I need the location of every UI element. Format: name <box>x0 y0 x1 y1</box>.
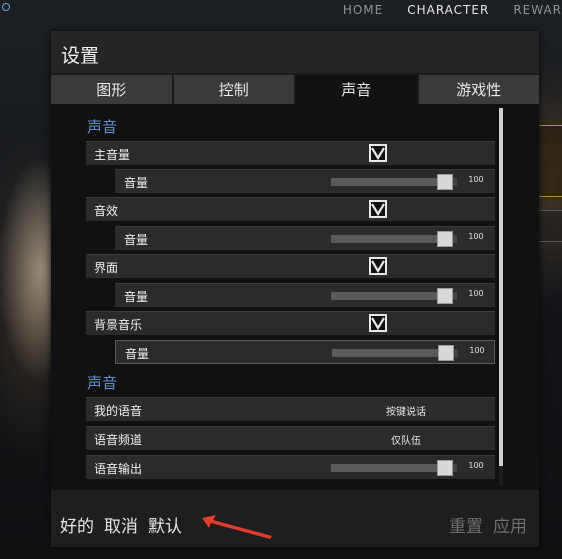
voice-channel-selector[interactable]: 仅队伍 <box>336 432 476 447</box>
background-card-edge <box>537 125 562 197</box>
background-card-edge-2 <box>537 210 562 242</box>
setting-label: 界面 <box>94 261 119 275</box>
tab-controls[interactable]: 控制 <box>173 75 294 104</box>
setting-row-interface: 界面 <box>86 254 495 278</box>
settings-dialog: 设置 图形 控制 声音 游戏性 声音 主音量 音量 100 音效 音量 100 … <box>51 31 539 547</box>
slider-fill <box>331 464 437 472</box>
dialog-title: 设置 <box>61 45 100 67</box>
volume-value: 100 <box>469 346 485 355</box>
apply-button[interactable]: 应用 <box>493 512 527 537</box>
slider-fill <box>331 292 437 300</box>
setting-label: 语音输出 <box>94 462 143 476</box>
volume-label: 音量 <box>124 176 149 190</box>
setting-row-voice-channel: 语音频道 仅队伍 <box>86 426 495 450</box>
reset-button[interactable]: 重置 <box>449 512 483 537</box>
tab-gameplay[interactable]: 游戏性 <box>418 75 539 104</box>
slider-fill <box>331 235 437 243</box>
check-icon <box>371 203 385 216</box>
setting-row-interface-volume: 音量 100 <box>115 283 495 307</box>
setting-row-effects-volume: 音量 100 <box>115 226 495 250</box>
top-navigation: HOME CHARACTER REWAR <box>343 0 562 20</box>
content-scrollbar[interactable] <box>499 108 503 486</box>
dialog-header: 设置 <box>51 31 539 73</box>
volume-label: 音量 <box>125 347 150 361</box>
slider-knob[interactable] <box>437 288 453 304</box>
section-title-sound: 声音 <box>87 118 118 136</box>
volume-label: 音量 <box>124 233 149 247</box>
voice-output-slider[interactable] <box>331 460 457 476</box>
setting-row-voice-output: 语音输出 100 <box>86 455 495 479</box>
section-title-voice: 声音 <box>87 374 118 392</box>
cancel-button[interactable]: 取消 <box>104 512 138 537</box>
setting-row-effects: 音效 <box>86 197 495 221</box>
effects-enable-checkbox[interactable] <box>369 200 387 218</box>
check-icon <box>371 260 385 273</box>
slider-fill <box>332 349 438 357</box>
volume-value: 100 <box>468 232 484 241</box>
slider-knob[interactable] <box>437 231 453 247</box>
my-voice-selector[interactable]: 按键说话 <box>336 403 476 418</box>
setting-row-music: 背景音乐 <box>86 311 495 335</box>
ok-button[interactable]: 好的 <box>60 512 94 537</box>
setting-label: 背景音乐 <box>94 318 143 332</box>
master-enable-checkbox[interactable] <box>369 144 387 162</box>
slider-knob[interactable] <box>437 460 453 476</box>
default-button[interactable]: 默认 <box>148 512 182 537</box>
slider-knob[interactable] <box>438 345 454 361</box>
volume-value: 100 <box>468 289 484 298</box>
nav-character[interactable]: CHARACTER <box>407 0 489 20</box>
tab-graphics[interactable]: 图形 <box>51 75 172 104</box>
volume-value: 100 <box>468 175 484 184</box>
settings-content: 声音 主音量 音量 100 音效 音量 100 界面 音量 100 背景音乐 音… <box>51 104 539 490</box>
status-dot-icon <box>2 3 10 11</box>
setting-label: 音效 <box>94 204 119 218</box>
music-enable-checkbox[interactable] <box>369 314 387 332</box>
check-icon <box>371 317 385 330</box>
annotation-arrow-icon <box>202 515 272 539</box>
setting-row-my-voice: 我的语音 按键说话 <box>86 397 495 421</box>
volume-value: 100 <box>468 461 484 470</box>
setting-row-music-volume: 音量 100 <box>115 340 495 364</box>
interface-volume-slider[interactable] <box>331 288 457 304</box>
setting-label: 我的语音 <box>94 404 143 418</box>
tab-audio[interactable]: 声音 <box>296 75 417 104</box>
interface-enable-checkbox[interactable] <box>369 257 387 275</box>
setting-row-master-volume: 音量 100 <box>115 169 495 193</box>
nav-rewards[interactable]: REWAR <box>513 0 562 20</box>
music-volume-slider[interactable] <box>332 345 458 361</box>
effects-volume-slider[interactable] <box>331 231 457 247</box>
master-volume-slider[interactable] <box>331 174 457 190</box>
slider-knob[interactable] <box>437 174 453 190</box>
dialog-footer: 好的 取消 默认 重置 应用 <box>51 490 539 547</box>
check-icon <box>371 147 385 160</box>
setting-label: 主音量 <box>94 148 131 162</box>
volume-label: 音量 <box>124 290 149 304</box>
scrollbar-thumb[interactable] <box>499 108 503 466</box>
slider-fill <box>331 178 437 186</box>
setting-row-master: 主音量 <box>86 141 495 165</box>
settings-tabs: 图形 控制 声音 游戏性 <box>51 75 539 104</box>
setting-label: 语音频道 <box>94 433 143 447</box>
nav-home[interactable]: HOME <box>343 0 383 20</box>
